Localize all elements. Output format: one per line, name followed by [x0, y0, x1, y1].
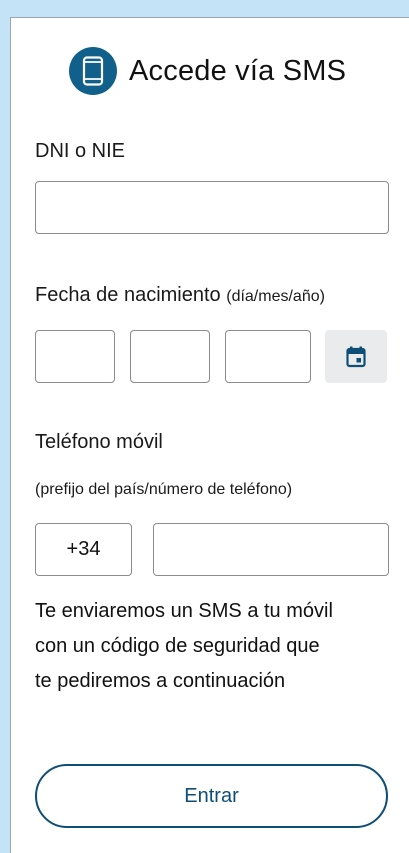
birthdate-label: Fecha de nacimiento (día/mes/año)	[35, 284, 325, 307]
mobile-phone-icon	[69, 47, 117, 95]
phone-number-input[interactable]	[153, 523, 389, 576]
submit-button[interactable]: Entrar	[35, 764, 388, 828]
sms-info-text: Te enviaremos un SMS a tu móvil con un c…	[35, 594, 395, 699]
birth-year-input[interactable]	[225, 330, 311, 383]
birthdate-format-hint: (día/mes/año)	[226, 288, 325, 305]
dni-label: DNI o NIE	[35, 140, 126, 162]
calendar-icon	[346, 346, 366, 367]
page-title: Accede vía SMS	[129, 54, 347, 87]
phone-format-hint: (prefijo del país/número de teléfono)	[35, 481, 293, 498]
birth-day-input[interactable]	[35, 330, 115, 383]
phone-label: Teléfono móvil	[35, 431, 163, 453]
dni-input[interactable]	[35, 181, 389, 234]
birthdate-label-text: Fecha de nacimiento	[35, 284, 221, 306]
country-prefix-value: +34	[66, 538, 101, 560]
country-prefix-field[interactable]: +34	[35, 523, 132, 576]
birth-month-input[interactable]	[130, 330, 210, 383]
sms-login-card: Accede vía SMS DNI o NIE Fecha de nacimi…	[10, 17, 409, 853]
info-line: te pediremos a continuación	[35, 670, 286, 692]
info-line: con un código de seguridad que	[35, 635, 320, 657]
header: Accede vía SMS	[69, 46, 346, 96]
info-line: Te enviaremos un SMS a tu móvil	[35, 600, 333, 622]
calendar-button[interactable]	[325, 330, 387, 383]
